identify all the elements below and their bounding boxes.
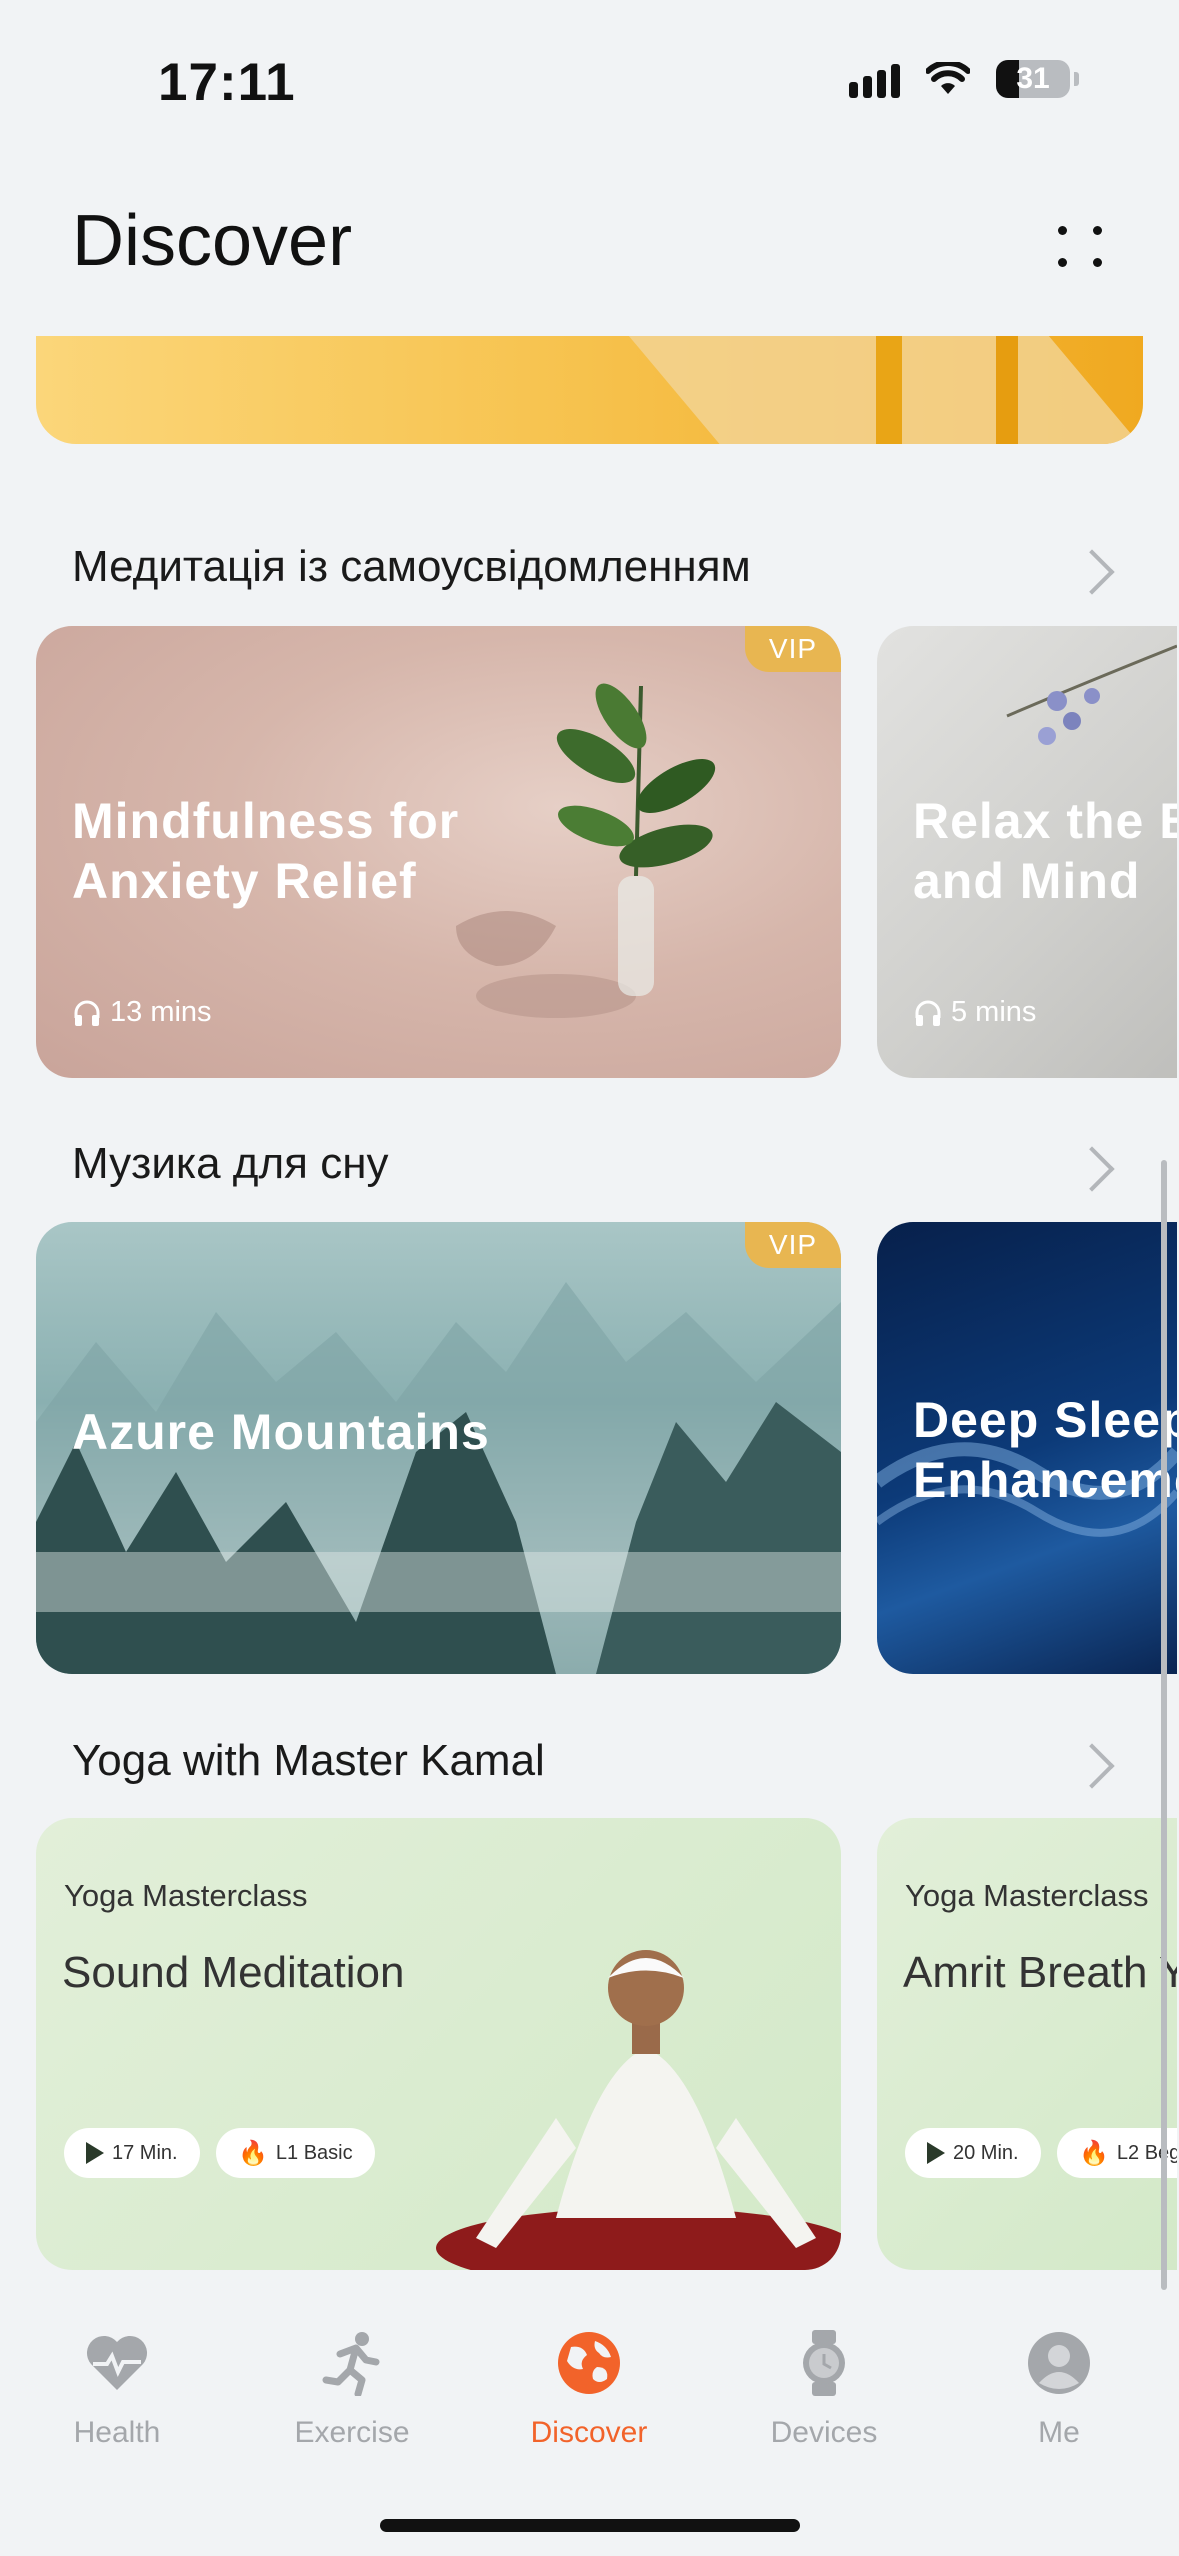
wifi-icon — [926, 62, 970, 94]
section-title-sleep-music: Музика для сну — [72, 1139, 389, 1188]
headphones-icon — [915, 1000, 941, 1026]
card-deep-sleep-enhancement[interactable]: Deep Sleep Enhanceme — [877, 1222, 1177, 1674]
more-options-button[interactable] — [1050, 218, 1110, 274]
running-person-icon — [317, 2328, 387, 2398]
card-sound-meditation[interactable]: Yoga Masterclass Sound Meditation 17 Min… — [36, 1818, 841, 2270]
card-duration: 5 mins — [913, 996, 1036, 1029]
headphones-icon — [74, 1000, 100, 1026]
tab-label: Me — [1038, 2416, 1080, 2449]
card-relax-body-mind[interactable]: Relax the B and Mind 5 mins — [877, 626, 1177, 1078]
tab-devices[interactable]: Devices — [734, 2328, 914, 2450]
scroll-indicator[interactable] — [1161, 1160, 1167, 2290]
card-duration-text: 13 mins — [110, 996, 212, 1028]
tab-label: Exercise — [294, 2416, 410, 2449]
duration-text: 20 Min. — [953, 2141, 1019, 2164]
card-title-line1: Relax the B — [913, 793, 1177, 849]
page-title: Discover — [72, 201, 353, 281]
tab-exercise[interactable]: Exercise — [262, 2328, 442, 2450]
section-sleep-music-chevron-icon[interactable] — [1069, 1146, 1115, 1192]
tab-discover[interactable]: Discover — [499, 2328, 679, 2450]
card-azure-mountains[interactable]: VIP Azure Mountains — [36, 1222, 841, 1674]
yoga-master-illustration — [436, 1950, 841, 2270]
section-title-yoga: Yoga with Master Kamal — [72, 1736, 545, 1785]
status-icons: 31 — [849, 60, 1079, 98]
home-indicator[interactable] — [380, 2519, 800, 2532]
cellular-signal-icon — [849, 60, 900, 98]
card-duration: 13 mins — [72, 996, 212, 1029]
bottom-tab-bar: Health Exercise Discover Devices Me — [0, 2300, 1179, 2556]
level-pill: 🔥 L2 Begin — [1057, 2128, 1177, 2178]
section-meditation-chevron-icon[interactable] — [1069, 549, 1115, 595]
flame-icon: 🔥 — [1079, 2139, 1109, 2167]
heart-pulse-icon — [82, 2328, 152, 2398]
card-title-line2: and Mind — [913, 853, 1141, 909]
card-duration-text: 5 mins — [951, 996, 1037, 1028]
card-title: Amrit Breath Y — [903, 1948, 1177, 1997]
status-time: 17:11 — [158, 53, 296, 112]
duration-pill: 20 Min. — [905, 2128, 1041, 2178]
user-avatar-icon — [1024, 2328, 1094, 2398]
status-bar: 17:11 31 — [0, 0, 1179, 150]
card-amrit-breath-yoga[interactable]: Yoga Masterclass Amrit Breath Y 20 Min. … — [877, 1818, 1177, 2270]
level-text: L2 Begin — [1116, 2141, 1177, 2164]
vip-badge: VIP — [745, 1222, 841, 1268]
card-title-line2: Enhanceme — [913, 1452, 1177, 1508]
card-title-line1: Mindfulness for — [72, 793, 460, 849]
globe-icon — [554, 2328, 624, 2398]
tab-me[interactable]: Me — [969, 2328, 1149, 2450]
card-title: Azure Mountains — [72, 1404, 490, 1460]
section-yoga-chevron-icon[interactable] — [1069, 1743, 1115, 1789]
tab-label: Discover — [530, 2416, 648, 2449]
battery-percentage: 31 — [1016, 62, 1050, 95]
tab-label: Devices — [770, 2416, 878, 2449]
watch-icon — [789, 2328, 859, 2398]
battery-tip — [1074, 72, 1079, 86]
card-mindfulness-anxiety-relief[interactable]: VIP Mindfulness for Anxiety Relief 13 mi… — [36, 626, 841, 1078]
card-title-line2: Anxiety Relief — [72, 853, 417, 909]
section-title-meditation: Медитація із самоусвідомленням — [72, 542, 751, 591]
promo-banner[interactable] — [36, 336, 1143, 444]
battery-icon: 31 — [996, 60, 1070, 98]
play-icon — [927, 2142, 945, 2164]
vip-badge: VIP — [745, 626, 841, 672]
tab-health[interactable]: Health — [27, 2328, 207, 2450]
tab-label: Health — [73, 2416, 161, 2449]
card-kicker: Yoga Masterclass — [905, 1878, 1149, 1913]
card-title-line1: Deep Sleep — [913, 1392, 1177, 1448]
